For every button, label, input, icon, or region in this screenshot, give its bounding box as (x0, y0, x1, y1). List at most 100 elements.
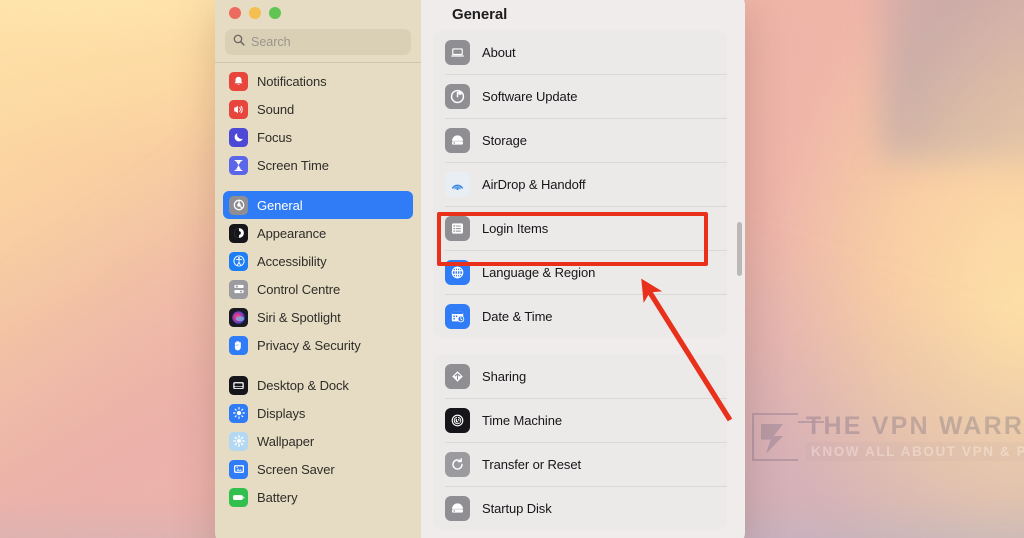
settings-row-storage[interactable]: Storage (433, 118, 727, 162)
settings-row-label: Storage (482, 132, 527, 148)
sidebar-item-label: Screen Saver (257, 461, 335, 477)
settings-row-time-machine[interactable]: Time Machine (433, 398, 727, 442)
screen-time-icon (229, 155, 248, 175)
settings-row-software-update[interactable]: Software Update (433, 74, 727, 118)
focus-icon (229, 127, 248, 147)
appearance-icon (229, 223, 248, 243)
wallpaper-edge-right (880, 0, 1024, 162)
desktop-dock-icon (229, 375, 248, 395)
date-time-icon (445, 303, 470, 329)
sidebar-item-label: Appearance (257, 225, 327, 241)
sidebar-item-privacy-security[interactable]: Privacy & Security (223, 331, 413, 359)
sidebar-item-label: Displays (257, 405, 306, 421)
sidebar-item-label: Focus (257, 129, 292, 145)
sidebar-item-label: Screen Time (257, 157, 329, 173)
panel-scrollbar[interactable] (737, 222, 742, 276)
search-icon (233, 33, 245, 51)
sidebar-item-screen-time[interactable]: Screen Time (223, 151, 413, 179)
settings-row-label: Time Machine (482, 412, 562, 428)
settings-row-startup-disk[interactable]: Startup Disk (433, 486, 727, 530)
settings-row-label: Sharing (482, 368, 527, 384)
settings-card-primary: About Software Update Storage AirDrop & … (433, 30, 727, 338)
close-window-button[interactable] (229, 7, 241, 19)
settings-row-label: Transfer or Reset (482, 456, 581, 472)
sidebar-item-wallpaper[interactable]: Wallpaper (223, 427, 413, 455)
sharing-icon (445, 363, 470, 389)
settings-row-login-items[interactable]: Login Items (433, 206, 727, 250)
about-icon (445, 39, 470, 65)
siri-spotlight-icon (229, 307, 248, 327)
login-items-icon (445, 215, 470, 241)
sidebar-item-notifications[interactable]: Notifications (223, 67, 413, 95)
settings-row-label: Language & Region (482, 264, 596, 280)
general-icon (229, 195, 248, 215)
transfer-reset-icon (445, 451, 470, 477)
startup-disk-icon (445, 495, 470, 521)
sidebar-item-label: Battery (257, 489, 298, 505)
privacy-security-icon (229, 335, 248, 355)
sidebar-item-general[interactable]: General (223, 191, 413, 219)
sidebar-item-screen-saver[interactable]: Screen Saver (223, 455, 413, 483)
sidebar-item-control-centre[interactable]: Control Centre (223, 275, 413, 303)
settings-row-sharing[interactable]: Sharing (433, 354, 727, 398)
sidebar-item-siri-spotlight[interactable]: Siri & Spotlight (223, 303, 413, 331)
language-region-icon (445, 259, 470, 285)
software-update-icon (445, 83, 470, 109)
settings-row-date-time[interactable]: Date & Time (433, 294, 727, 338)
sidebar-item-desktop-dock[interactable]: Desktop & Dock (223, 371, 413, 399)
sidebar-item-appearance[interactable]: Appearance (223, 219, 413, 247)
settings-row-language-region[interactable]: Language & Region (433, 250, 727, 294)
sidebar-item-label: Accessibility (257, 253, 327, 269)
sidebar-item-label: Wallpaper (257, 433, 315, 449)
settings-row-airdrop-handoff[interactable]: AirDrop & Handoff (433, 162, 727, 206)
minimize-window-button[interactable] (249, 7, 261, 19)
accessibility-icon (229, 251, 248, 271)
airdrop-handoff-icon (445, 171, 470, 197)
sidebar-divider (215, 62, 421, 63)
page-title: General (452, 6, 508, 23)
sidebar-item-battery[interactable]: Battery (223, 483, 413, 511)
window-traffic-lights (215, 0, 421, 25)
settings-row-label: Login Items (482, 220, 549, 236)
sound-icon (229, 99, 248, 119)
sidebar-item-label: Sound (257, 101, 295, 117)
settings-row-label: Software Update (482, 88, 578, 104)
settings-card-secondary: Sharing Time Machine Transfer or Reset S… (433, 354, 727, 530)
sidebar-item-sound[interactable]: Sound (223, 95, 413, 123)
sidebar-item-accessibility[interactable]: Accessibility (223, 247, 413, 275)
sidebar-item-label: Siri & Spotlight (257, 309, 341, 325)
sidebar-item-label: General (257, 197, 303, 213)
system-settings-window: Notifications Sound Focus (215, 0, 745, 538)
maximize-window-button[interactable] (269, 7, 281, 19)
settings-row-label: Date & Time (482, 308, 553, 324)
battery-icon (229, 487, 248, 507)
screen-saver-icon (229, 459, 248, 479)
sidebar-group-2: General Appearance Accessibility Control… (215, 191, 421, 359)
sidebar-item-label: Desktop & Dock (257, 377, 349, 393)
wallpaper-icon (229, 431, 248, 451)
notifications-icon (229, 71, 248, 91)
desktop-wallpaper: THE VPN WARRIOR KNOW ALL ABOUT VPN & PRO… (0, 0, 1024, 538)
displays-icon (229, 403, 248, 423)
search-input[interactable] (251, 35, 403, 49)
settings-detail-panel: General About Software Update Storage Ai… (421, 0, 745, 538)
search-container (215, 25, 421, 61)
sidebar-item-focus[interactable]: Focus (223, 123, 413, 151)
sidebar-item-label: Notifications (257, 73, 327, 89)
sidebar-group-3: Desktop & Dock Displays Wallpaper Screen… (215, 371, 421, 511)
sidebar: Notifications Sound Focus (215, 0, 421, 538)
time-machine-icon (445, 407, 470, 433)
sidebar-item-label: Privacy & Security (257, 337, 361, 353)
settings-row-about[interactable]: About (433, 30, 727, 74)
sidebar-item-label: Control Centre (257, 281, 341, 297)
settings-row-label: About (482, 44, 516, 60)
settings-row-label: Startup Disk (482, 500, 552, 516)
sidebar-item-displays[interactable]: Displays (223, 399, 413, 427)
settings-row-transfer-or-reset[interactable]: Transfer or Reset (433, 442, 727, 486)
panel-scroll-area[interactable]: About Software Update Storage AirDrop & … (421, 30, 745, 538)
search-field[interactable] (225, 29, 411, 55)
control-centre-icon (229, 279, 248, 299)
settings-row-label: AirDrop & Handoff (482, 176, 586, 192)
